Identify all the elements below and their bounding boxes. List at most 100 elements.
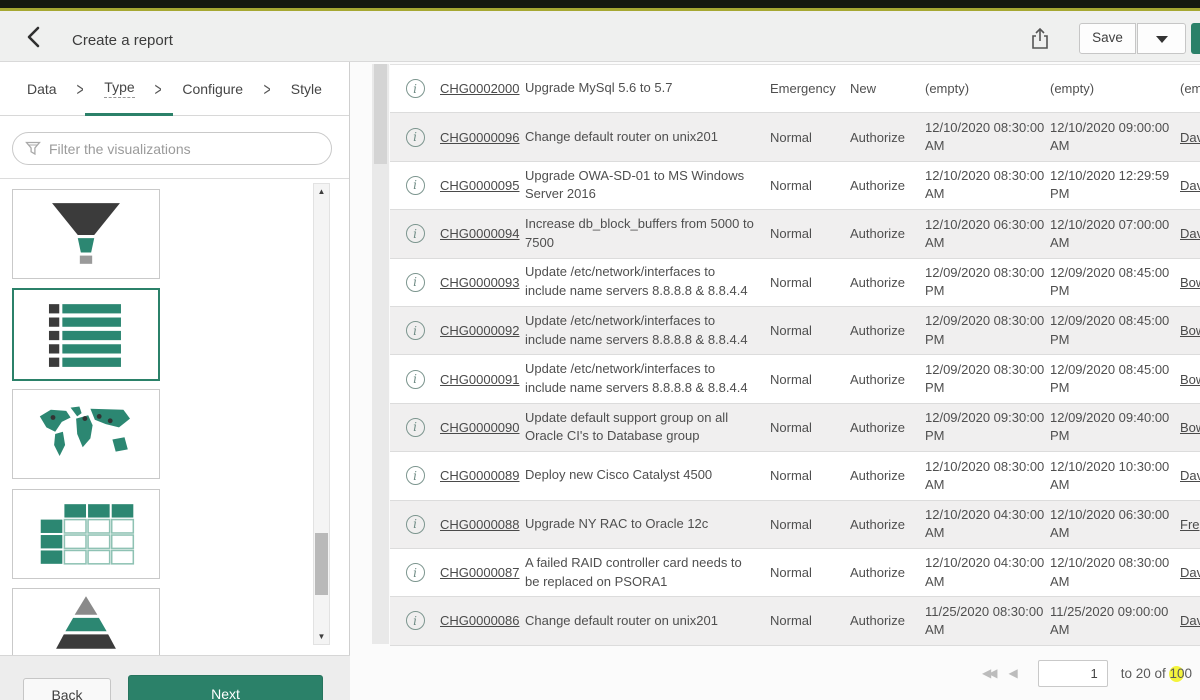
cell-number: CHG0000088 [440, 517, 525, 532]
step-configure[interactable]: Configure [182, 81, 243, 97]
info-icon[interactable]: i [406, 321, 425, 340]
cell-planned-start: 12/10/2020 04:30:00 AM [925, 554, 1050, 590]
viz-thumbnail-heatmap[interactable] [12, 489, 160, 579]
scrollbar-thumb[interactable] [374, 64, 387, 164]
table-row: iCHG0000091Update /etc/network/interface… [390, 355, 1200, 403]
cell-number: CHG0000091 [440, 372, 525, 387]
cell-number: CHG0000096 [440, 130, 525, 145]
assigned-to-link[interactable]: Bow [1180, 275, 1200, 290]
cell-planned-start: 11/25/2020 08:30:00 AM [925, 603, 1050, 639]
viz-thumbnail-funnel[interactable] [12, 189, 160, 279]
first-page-icon[interactable]: ◀◀ [982, 666, 994, 680]
assigned-to-link[interactable]: Dav [1180, 565, 1200, 580]
assigned-to-link[interactable]: Fre [1180, 517, 1200, 532]
cell-number: CHG0002000 [440, 81, 525, 96]
change-number-link[interactable]: CHG0000096 [440, 130, 520, 145]
scrollbar-thumb[interactable] [315, 533, 328, 595]
share-export-icon[interactable] [1028, 26, 1052, 52]
change-number-link[interactable]: CHG0000093 [440, 275, 520, 290]
step-type[interactable]: Type [104, 79, 134, 98]
assigned-to-link[interactable]: Bow [1180, 372, 1200, 387]
info-icon[interactable]: i [406, 273, 425, 292]
assigned-to-link[interactable]: Bow [1180, 323, 1200, 338]
assigned-to-link[interactable]: Dav [1180, 613, 1200, 628]
info-icon[interactable]: i [406, 176, 425, 195]
cell-info: i [390, 515, 440, 534]
cell-planned-start: 12/09/2020 08:30:00 PM [925, 264, 1050, 300]
cell-planned-start: 12/09/2020 08:30:00 PM [925, 361, 1050, 397]
change-number-link[interactable]: CHG0002000 [440, 81, 520, 96]
list-chart-icon [34, 299, 138, 371]
info-icon[interactable]: i [406, 224, 425, 243]
filter-visualizations-input[interactable] [12, 132, 332, 165]
cell-number: CHG0000092 [440, 323, 525, 338]
assigned-to-link[interactable]: Dav [1180, 130, 1200, 145]
cell-planned-start: 12/09/2020 08:30:00 PM [925, 312, 1050, 348]
info-icon[interactable]: i [406, 515, 425, 534]
cell-short-description: Change default router on unix201 [525, 128, 770, 147]
preview-scrollbar[interactable] [372, 64, 389, 644]
info-icon[interactable]: i [406, 466, 425, 485]
change-request-table: iCHG0002000Upgrade MySql 5.6 to 5.7Emerg… [390, 64, 1200, 646]
change-number-link[interactable]: CHG0000095 [440, 178, 520, 193]
cell-assigned-to: Dav [1180, 130, 1200, 145]
cell-planned-end: 12/10/2020 08:30:00 AM [1050, 554, 1180, 590]
change-number-link[interactable]: CHG0000094 [440, 226, 520, 241]
table-row: iCHG0000093Update /etc/network/interface… [390, 259, 1200, 307]
change-number-link[interactable]: CHG0000090 [440, 420, 520, 435]
assigned-to-link[interactable]: Dav [1180, 178, 1200, 193]
info-icon[interactable]: i [406, 370, 425, 389]
info-icon[interactable]: i [406, 128, 425, 147]
change-number-link[interactable]: CHG0000091 [440, 372, 520, 387]
info-icon[interactable]: i [406, 563, 425, 582]
step-style[interactable]: Style [291, 81, 322, 97]
change-number-link[interactable]: CHG0000087 [440, 565, 520, 580]
info-icon[interactable]: i [406, 418, 425, 437]
cell-info: i [390, 321, 440, 340]
viz-thumbnail-pyramid[interactable] [12, 588, 160, 655]
cell-info: i [390, 370, 440, 389]
info-icon[interactable]: i [406, 611, 425, 630]
save-dropdown-button[interactable] [1137, 23, 1186, 54]
table-pagination: ◀◀ ◀ to 20 of 100 [982, 656, 1200, 690]
change-number-link[interactable]: CHG0000089 [440, 468, 520, 483]
info-icon[interactable]: i [406, 79, 425, 98]
assigned-to-link[interactable]: Bow [1180, 420, 1200, 435]
cell-info: i [390, 79, 440, 98]
cell-assigned-to: Bow [1180, 275, 1200, 290]
assigned-to-link[interactable]: Dav [1180, 468, 1200, 483]
cell-state: Authorize [850, 613, 925, 628]
next-button[interactable]: Next [128, 675, 323, 700]
change-number-link[interactable]: CHG0000092 [440, 323, 520, 338]
cell-info: i [390, 466, 440, 485]
cell-short-description: Increase db_block_buffers from 5000 to 7… [525, 215, 770, 253]
cell-state: Authorize [850, 517, 925, 532]
heatmap-table-icon [34, 498, 138, 570]
cell-priority: Normal [770, 130, 850, 145]
page-number-input[interactable] [1038, 660, 1108, 687]
change-number-link[interactable]: CHG0000086 [440, 613, 520, 628]
previous-page-icon[interactable]: ◀ [1008, 666, 1017, 680]
scroll-down-icon[interactable]: ▼ [314, 632, 329, 641]
save-button[interactable]: Save [1079, 23, 1136, 54]
cell-state: Authorize [850, 468, 925, 483]
cell-info: i [390, 176, 440, 195]
change-number-link[interactable]: CHG0000088 [440, 517, 520, 532]
scroll-up-icon[interactable]: ▲ [314, 187, 329, 196]
assigned-to-link[interactable]: Dav [1180, 226, 1200, 241]
cell-planned-end: 12/10/2020 06:30:00 AM [1050, 506, 1180, 542]
viz-thumbnail-list[interactable] [12, 288, 160, 381]
stepper-chevron-icon: > [155, 78, 162, 100]
back-icon[interactable] [22, 24, 48, 50]
cell-priority: Normal [770, 613, 850, 628]
cell-short-description: Change default router on unix201 [525, 612, 770, 631]
cell-short-description: Upgrade OWA-SD-01 to MS Windows Server 2… [525, 167, 770, 205]
table-row: i CHG0000086 Change default router on unix… [390, 597, 1200, 645]
viz-thumbnail-world-map[interactable] [12, 389, 160, 479]
primary-button-fragment[interactable] [1191, 23, 1200, 54]
viz-list-scrollbar[interactable]: ▲ ▼ [313, 183, 330, 645]
cell-number: CHG0000090 [440, 420, 525, 435]
cell-planned-end: 12/09/2020 08:45:00 PM [1050, 312, 1180, 348]
back-button[interactable]: Back [23, 678, 111, 700]
step-data[interactable]: Data [27, 81, 57, 97]
